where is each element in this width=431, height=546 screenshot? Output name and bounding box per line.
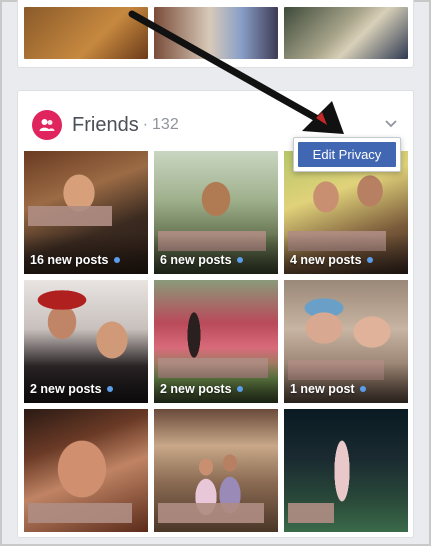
tile-caption: 2 new posts: [160, 382, 243, 396]
new-posts-dot: [236, 386, 243, 392]
friend-tile[interactable]: 2 new posts: [154, 280, 278, 403]
photo-thumbnail[interactable]: [154, 7, 278, 59]
tile-caption: 16 new posts: [30, 253, 120, 267]
name-label: [28, 503, 132, 523]
new-posts-dot: [106, 386, 113, 392]
new-posts-dot: [236, 257, 243, 263]
friend-tile[interactable]: 2 new posts: [24, 280, 148, 403]
photo-thumbnail[interactable]: [24, 7, 148, 59]
people-icon: [32, 110, 62, 140]
chevron-down-icon[interactable]: [383, 115, 399, 131]
photos-card-bottom: [17, 0, 414, 68]
new-posts-dot: [366, 257, 373, 263]
name-label: [288, 503, 334, 523]
name-label: [158, 503, 264, 523]
friend-tile[interactable]: [154, 409, 278, 532]
tile-caption: 2 new posts: [30, 382, 113, 396]
title-separator: ·: [142, 116, 149, 133]
friend-tile[interactable]: 6 new posts: [154, 151, 278, 274]
friend-tile[interactable]: 16 new posts: [24, 151, 148, 274]
tile-caption: 6 new posts: [160, 253, 243, 267]
section-options-menu: Edit Privacy: [293, 137, 401, 172]
tile-caption: 4 new posts: [290, 253, 373, 267]
friend-tile[interactable]: 1 new post: [284, 280, 408, 403]
name-label: [28, 206, 112, 226]
friends-count: 132: [152, 116, 179, 133]
friend-tile[interactable]: [24, 409, 148, 532]
photo-thumbnail[interactable]: [284, 7, 408, 59]
new-posts-dot: [359, 386, 366, 392]
new-posts-dot: [113, 257, 120, 263]
friends-title[interactable]: Friends: [72, 114, 139, 137]
friend-tile[interactable]: [284, 409, 408, 532]
edit-privacy-menu-item[interactable]: Edit Privacy: [298, 142, 396, 167]
tile-caption: 1 new post: [290, 382, 366, 396]
friends-header: Friends · 132: [32, 109, 179, 141]
